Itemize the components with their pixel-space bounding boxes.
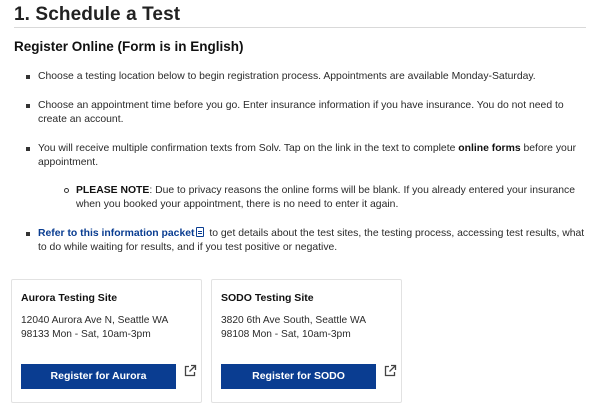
list-item: Choose an appointment time before you go… xyxy=(20,99,592,127)
list-item-text: Choose a testing location below to begin… xyxy=(38,71,536,82)
online-forms-emphasis: online forms xyxy=(458,143,521,154)
information-packet-link[interactable]: Refer to this information packet xyxy=(38,227,206,239)
list-item-text: You will receive multiple confirmation t… xyxy=(38,143,459,154)
external-link-icon[interactable] xyxy=(383,364,397,378)
list-item: Refer to this information packet to get … xyxy=(20,227,592,255)
site-address: 12040 Aurora Ave N, Seattle WA 98133 Mon… xyxy=(21,315,168,340)
list-item-text: Choose an appointment time before you go… xyxy=(38,100,564,125)
sodo-site-card: SODO Testing Site 3820 6th Ave South, Se… xyxy=(211,279,402,403)
external-link-icon[interactable] xyxy=(183,364,197,378)
privacy-note: PLEASE NOTE: Due to privacy reasons the … xyxy=(62,184,592,212)
page-title: 1. Schedule a Test xyxy=(14,4,181,25)
document-icon xyxy=(196,227,205,237)
site-name: Aurora Testing Site xyxy=(21,292,118,304)
list-item: Choose a testing location below to begin… xyxy=(20,70,592,84)
register-sodo-button[interactable]: Register for SODO xyxy=(221,364,376,389)
sub-bullet-marker xyxy=(64,188,69,193)
register-aurora-button[interactable]: Register for Aurora xyxy=(21,364,176,389)
bullet-marker xyxy=(26,104,30,108)
information-packet-link-text: Refer to this information packet xyxy=(38,228,195,239)
aurora-site-card: Aurora Testing Site 12040 Aurora Ave N, … xyxy=(11,279,202,403)
list-item: You will receive multiple confirmation t… xyxy=(20,142,592,212)
title-divider xyxy=(14,27,586,28)
bullet-marker xyxy=(26,232,30,236)
bullet-marker xyxy=(26,75,30,79)
note-text: : Due to privacy reasons the online form… xyxy=(76,185,575,210)
section-heading: Register Online (Form is in English) xyxy=(14,39,244,54)
instructions-list: Choose a testing location below to begin… xyxy=(20,70,592,270)
site-address: 3820 6th Ave South, Seattle WA 98108 Mon… xyxy=(221,315,366,340)
bullet-marker xyxy=(26,147,30,151)
note-label: PLEASE NOTE xyxy=(76,185,150,196)
site-name: SODO Testing Site xyxy=(221,292,314,304)
